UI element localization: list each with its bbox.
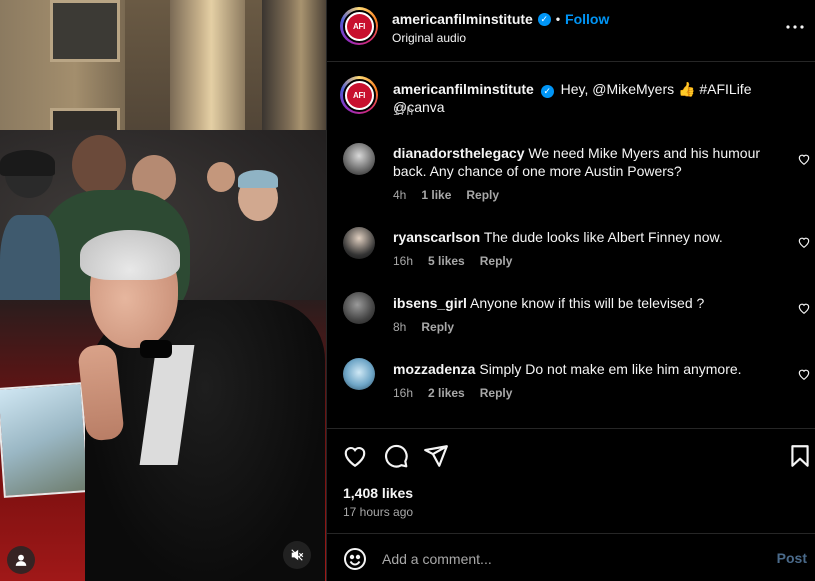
reply-button[interactable]: Reply [480, 254, 513, 268]
held-photograph [0, 382, 90, 498]
comment-time[interactable]: 4h [393, 188, 406, 202]
comment-like-heart-icon[interactable] [797, 367, 811, 381]
crowd-cap [0, 150, 55, 176]
comment-text-row: ryanscarlson The dude looks like Albert … [393, 228, 788, 246]
bow-tie [140, 340, 172, 358]
share-send-icon[interactable] [423, 443, 449, 469]
post-header: AFI americanfilminstitute ✓ • Follow Ori… [327, 0, 815, 62]
comment-like-count[interactable]: 2 likes [428, 386, 465, 400]
comment-username[interactable]: dianadorsthelegacy [393, 145, 525, 161]
crowd-head [207, 162, 235, 192]
comment-text: The dude looks like Albert Finney now. [483, 229, 723, 245]
post-actions: 1,408 likes 17 hours ago [327, 428, 815, 532]
comment-text: Anyone know if this will be televised ? [470, 295, 705, 311]
likes-count[interactable]: 1,408 likes [343, 485, 413, 501]
follow-button[interactable]: Follow [565, 11, 609, 27]
comment-avatar[interactable] [343, 358, 375, 390]
comment-username[interactable]: ryanscarlson [393, 229, 480, 245]
comment-text: Simply Do not make em like him anymore. [479, 361, 742, 377]
post-side-panel: AFI americanfilminstitute ✓ • Follow Ori… [327, 0, 815, 581]
add-comment-input[interactable] [382, 548, 762, 570]
comment-username[interactable]: ibsens_girl [393, 295, 467, 311]
reply-button[interactable]: Reply [466, 188, 499, 202]
post-media[interactable] [0, 0, 327, 581]
comment-bubble-icon[interactable] [383, 443, 409, 469]
crowd-cap [238, 170, 278, 188]
man-hair [80, 230, 180, 280]
afi-logo: AFI [346, 82, 372, 108]
caption-meta: 17h [393, 104, 413, 118]
header-username[interactable]: americanfilminstitute [392, 11, 533, 27]
afi-logo: AFI [346, 13, 372, 39]
header-user-row: americanfilminstitute ✓ • Follow [392, 11, 609, 27]
caption-time[interactable]: 17h [393, 104, 413, 118]
comment-text-row: mozzadenza Simply Do not make em like hi… [393, 360, 788, 378]
caption-avatar[interactable]: AFI [340, 76, 378, 114]
reply-button[interactable]: Reply [421, 320, 454, 334]
separator-dot: • [555, 12, 561, 26]
comment-meta: 8h Reply [393, 320, 454, 334]
reply-button[interactable]: Reply [480, 386, 513, 400]
post-comment-button[interactable]: Post [777, 550, 807, 566]
comments-list[interactable]: AFI americanfilminstitute ✓ Hey, @MikeMy… [327, 63, 815, 428]
speaker-muted-icon [291, 549, 304, 561]
comment-meta: 4h 1 like Reply [393, 188, 499, 202]
mute-button[interactable] [283, 541, 311, 569]
verified-badge-icon: ✓ [537, 12, 551, 26]
caption-username[interactable]: americanfilminstitute [393, 81, 534, 97]
tagged-users-button[interactable] [7, 546, 35, 574]
crowd-head [72, 135, 126, 195]
comment-meta: 16h 2 likes Reply [393, 386, 512, 400]
user-icon [15, 554, 27, 566]
add-comment-bar: Post [327, 533, 815, 581]
comment-like-heart-icon[interactable] [797, 301, 811, 315]
caption-text-row: americanfilminstitute ✓ Hey, @MikeMyers … [393, 80, 788, 116]
like-heart-icon[interactable] [342, 443, 368, 469]
post-time-ago[interactable]: 17 hours ago [343, 505, 413, 519]
comment-meta: 16h 5 likes Reply [393, 254, 512, 268]
comment-username[interactable]: mozzadenza [393, 361, 475, 377]
comment-like-count[interactable]: 5 likes [428, 254, 465, 268]
comment-avatar[interactable] [343, 292, 375, 324]
comment-avatar[interactable] [343, 227, 375, 259]
comment-time[interactable]: 16h [393, 254, 413, 268]
comment-like-heart-icon[interactable] [797, 235, 811, 249]
comment-avatar[interactable] [343, 143, 375, 175]
background-window [50, 0, 120, 62]
comment-time[interactable]: 16h [393, 386, 413, 400]
more-options-button[interactable] [785, 17, 805, 37]
comment-text-row: dianadorsthelegacy We need Mike Myers an… [393, 144, 788, 180]
audio-label[interactable]: Original audio [392, 31, 466, 45]
bookmark-save-icon[interactable] [787, 443, 813, 469]
comment-text-row: ibsens_girl Anyone know if this will be … [393, 294, 788, 312]
more-horizontal-icon [786, 25, 804, 29]
comment-like-heart-icon[interactable] [797, 152, 811, 166]
comment-time[interactable]: 8h [393, 320, 406, 334]
verified-badge-icon: ✓ [540, 85, 554, 98]
comment-like-count[interactable]: 1 like [421, 188, 451, 202]
emoji-icon[interactable] [343, 547, 367, 571]
profile-avatar[interactable]: AFI [340, 7, 378, 45]
